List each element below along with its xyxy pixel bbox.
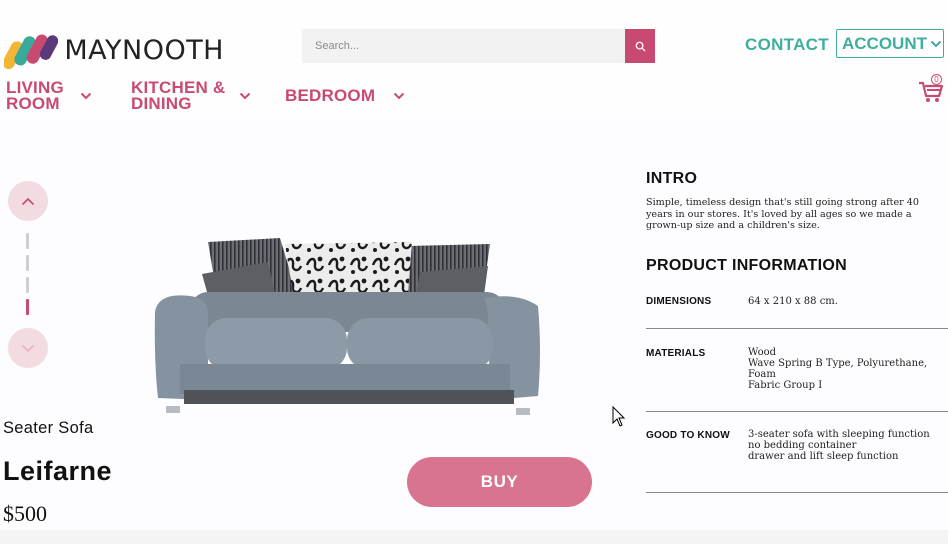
spec-value-good-to-know: 3-seater sofa with sleeping function no … — [748, 429, 946, 462]
spec-key-materials: MATERIALS — [646, 348, 706, 359]
footer-strip — [0, 530, 948, 544]
product-name: Leifarne — [3, 456, 113, 486]
spec-value-materials: Wood Wave Spring B Type, Polyurethane, F… — [748, 347, 946, 391]
nav-item-bedroom[interactable]: BEDROOM — [285, 86, 405, 105]
spec-line: Wave Spring B Type, Polyurethane, — [748, 358, 928, 369]
contact-link[interactable]: CONTACT — [745, 35, 829, 55]
account-label: ACCOUNT — [842, 33, 927, 53]
nav-label-kitchen-dining: KITCHEN & DINING — [131, 79, 225, 113]
spec-value-dimensions: 64 x 210 x 88 cm. — [748, 296, 946, 307]
spec-line: Wood — [748, 347, 777, 358]
search-button[interactable] — [625, 29, 655, 63]
divider — [646, 492, 948, 493]
search-bar — [302, 29, 655, 63]
intro-heading: INTRO — [646, 170, 698, 187]
gallery-dot-active[interactable] — [26, 299, 29, 315]
chevron-down-icon — [393, 92, 405, 100]
product-price: $500 — [3, 501, 47, 526]
product-info-heading: PRODUCT INFORMATION — [646, 257, 847, 274]
gallery-dot[interactable] — [26, 233, 29, 249]
chevron-down-icon — [21, 344, 35, 352]
gallery-indicator — [26, 233, 30, 321]
spec-line: Fabric Group I — [748, 380, 823, 391]
logo-mark-icon — [4, 34, 59, 70]
spec-line: drawer and lift sleep function — [748, 451, 899, 462]
chevron-up-icon — [21, 197, 35, 205]
nav-kitchen-line2: DINING — [131, 94, 192, 113]
mouse-cursor-icon — [612, 406, 626, 427]
chevron-down-icon — [80, 92, 92, 100]
spec-line: 64 x 210 x 88 cm. — [748, 296, 838, 307]
site-header: MAYNOOTH CONTACT ACCOUNT LIVING ROOM KIT… — [0, 0, 948, 118]
buy-button[interactable]: BUY — [407, 457, 592, 507]
gallery-dot[interactable] — [26, 255, 29, 271]
gallery-next-button[interactable] — [8, 328, 48, 368]
nav-label-bedroom: BEDROOM — [285, 86, 376, 105]
account-dropdown[interactable]: ACCOUNT — [836, 29, 944, 58]
cart-button[interactable]: 0 — [918, 74, 944, 104]
product-image — [154, 238, 540, 415]
brand-name: MAYNOOTH — [64, 34, 224, 66]
spec-line: Foam — [748, 369, 776, 380]
nav-item-living-room[interactable]: LIVING ROOM — [6, 79, 92, 113]
brand-logo[interactable]: MAYNOOTH — [4, 28, 224, 72]
search-input[interactable] — [302, 29, 625, 63]
nav-label-living-room: LIVING ROOM — [6, 79, 64, 113]
intro-text: Simple, timeless design that's still goi… — [646, 197, 920, 231]
spec-key-good-to-know: GOOD TO KNOW — [646, 430, 730, 441]
divider — [646, 411, 948, 412]
gallery-dot[interactable] — [26, 277, 29, 293]
product-subtitle: Seater Sofa — [3, 419, 94, 437]
search-icon — [635, 41, 645, 51]
divider — [646, 328, 948, 329]
nav-living-room-line2: ROOM — [6, 94, 60, 113]
chevron-down-icon — [930, 40, 942, 47]
spec-line: 3-seater sofa with sleeping function — [748, 429, 930, 440]
spec-line: no bedding container — [748, 440, 857, 451]
nav-item-kitchen-dining[interactable]: KITCHEN & DINING — [131, 79, 251, 113]
cart-count-badge: 0 — [931, 74, 942, 85]
chevron-down-icon — [239, 92, 251, 100]
spec-key-dimensions: DIMENSIONS — [646, 296, 712, 307]
gallery-prev-button[interactable] — [8, 181, 48, 221]
